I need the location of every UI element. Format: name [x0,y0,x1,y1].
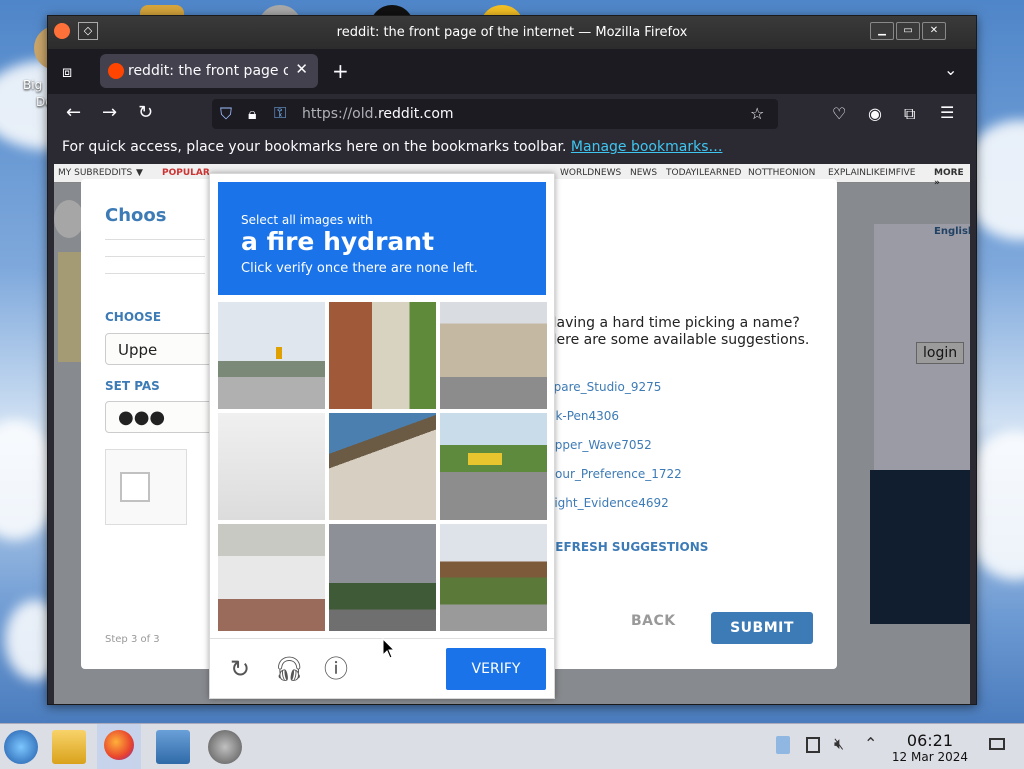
step-indicator: Step 3 of 3 [105,634,160,645]
hint-line-2: Here are some available suggestions. [546,332,810,348]
captcha-tile-3[interactable] [440,302,547,409]
url-text[interactable]: https://old.reddit.com [302,106,454,122]
tray-expand-icon[interactable]: ⌃ [864,734,877,753]
captcha-instruction: Select all images with [241,213,373,227]
captcha-target: a fire hydrant [241,227,435,256]
captcha-tile-6[interactable] [440,413,547,520]
maximize-button[interactable]: ▭ [896,22,920,40]
back-icon[interactable]: ← [66,102,81,123]
clock-time: 06:21 [906,731,954,750]
verify-button[interactable]: VERIFY [446,648,546,690]
firefox-logo [104,730,134,760]
notes-icon[interactable] [806,737,820,753]
bookmarks-hint-text: For quick access, place your bookmarks h… [62,139,567,155]
navigation-bar: ← → ↻ ⛉ 🔒︎ ⚿ https://old.reddit.com ☆ ♡ … [48,94,976,134]
captcha-tile-7[interactable] [218,524,325,631]
back-button[interactable]: BACK [631,613,676,629]
captcha-tile-9[interactable] [440,524,547,631]
suggestion-hint: Having a hard time picking a name? Here … [546,315,809,349]
set-password-label: SET PAS [105,379,160,393]
captcha-tile-5[interactable] [329,413,436,520]
volume-muted-icon[interactable]: 🔇︎ [834,734,844,754]
clock[interactable]: 06:21 12 Mar 2024 [892,731,968,764]
audio-challenge-icon[interactable]: 🎧︎ [274,655,304,683]
reload-challenge-icon[interactable]: ↻ [226,655,254,683]
forward-icon[interactable]: → [102,102,117,123]
captcha-tile-2[interactable] [329,302,436,409]
captcha-tile-4[interactable] [218,413,325,520]
extensions-icon[interactable]: ⧉ [904,104,915,124]
captcha-header: Select all images with a fire hydrant Cl… [218,182,546,295]
bookmarks-toolbar: For quick access, place your bookmarks h… [48,134,976,162]
recaptcha-checkbox[interactable] [120,472,150,502]
new-tab-icon[interactable]: + [332,59,349,83]
suggestion-item[interactable]: Right_Evidence4692 [546,496,669,510]
popular-link[interactable]: POPULAR [162,168,210,178]
disk-utility-icon[interactable] [208,730,242,764]
tab-reddit[interactable]: reddit: the front page of ✕ [100,54,318,88]
subreddit-todayilearned[interactable]: TODAYILEARNED [666,168,741,178]
window-titlebar[interactable]: ◇ reddit: the front page of the internet… [48,16,976,49]
clipboard-icon[interactable] [776,736,790,754]
chevron-down-icon[interactable]: ▼ [136,168,143,178]
url-bar[interactable]: ⛉ 🔒︎ ⚿ https://old.reddit.com ☆ [212,99,778,129]
shield-icon[interactable]: ⛉ [220,104,232,124]
info-icon[interactable]: ⓘ [322,655,350,683]
tab-strip: ⧈ reddit: the front page of ✕ + ⌄ [48,49,976,94]
suggestion-item[interactable]: Hour_Preference_1722 [546,467,682,481]
start-menu-icon[interactable] [4,730,38,764]
menu-icon[interactable]: ☰ [940,103,954,122]
recaptcha-box[interactable] [105,449,187,525]
tab-overview-icon[interactable]: ⧈ [62,62,72,82]
captcha-challenge: Select all images with a fire hydrant Cl… [209,173,555,699]
close-window-button[interactable]: ✕ [922,22,946,40]
desktop-icon-label: Big [23,78,43,92]
reload-icon[interactable]: ↻ [138,102,153,123]
submit-button[interactable]: SUBMIT [711,612,813,644]
subreddit-explainlikeimfive[interactable]: EXPLAINLIKEIMFIVE [828,168,915,178]
window-title: reddit: the front page of the internet —… [336,25,688,40]
my-subreddits-dropdown[interactable]: MY SUBREDDITS [58,168,132,178]
pocket-icon[interactable]: ♡ [832,104,846,123]
refresh-suggestions-button[interactable]: REFRESH SUGGESTIONS [546,540,708,554]
modal-intro-text [105,235,205,285]
yellow-vehicle-icon [468,453,502,465]
tab-label: reddit: the front page of [128,63,288,79]
key-icon[interactable]: ⚿ [274,103,286,123]
lock-icon[interactable]: 🔒︎ [248,104,257,124]
captcha-tile-8[interactable] [329,524,436,631]
show-desktop-icon[interactable] [989,738,1005,750]
subreddit-news[interactable]: NEWS [630,168,657,178]
system-monitor-icon[interactable] [156,730,190,764]
captcha-tile-1[interactable] [218,302,325,409]
taskbar: 🔇︎ ⌃ 06:21 12 Mar 2024 [0,723,1024,769]
firefox-icon[interactable] [97,724,141,769]
captcha-subinstruction: Click verify once there are none left. [241,261,478,276]
tab-close-icon[interactable]: ✕ [295,60,308,78]
manage-bookmarks-link[interactable]: Manage bookmarks… [571,139,723,155]
choose-username-label: CHOOSE [105,310,162,324]
modal-heading: Choos [105,205,167,226]
suggestion-item[interactable]: Ok-Pen4306 [546,409,619,423]
reddit-favicon [108,63,124,79]
mouse-cursor-icon [382,638,396,659]
hint-line-1: Having a hard time picking a name? [546,315,800,331]
bookmark-star-icon[interactable]: ☆ [750,104,764,123]
suggestion-item[interactable]: Upper_Wave7052 [546,438,652,452]
minimize-button[interactable]: ▁ [870,22,894,40]
subreddit-worldnews[interactable]: WORLDNEWS [560,168,621,178]
traffic-light-icon [276,347,282,359]
tab-list-chevron-icon[interactable]: ⌄ [944,60,957,79]
file-manager-icon[interactable] [52,730,86,764]
clock-date: 12 Mar 2024 [891,750,968,764]
account-icon[interactable]: ◉ [868,104,882,123]
subreddit-nottheonion[interactable]: NOTTHEONION [748,168,815,178]
bookmarks-hint: For quick access, place your bookmarks h… [62,139,722,155]
suggestion-item[interactable]: Spare_Studio_9275 [546,380,661,394]
